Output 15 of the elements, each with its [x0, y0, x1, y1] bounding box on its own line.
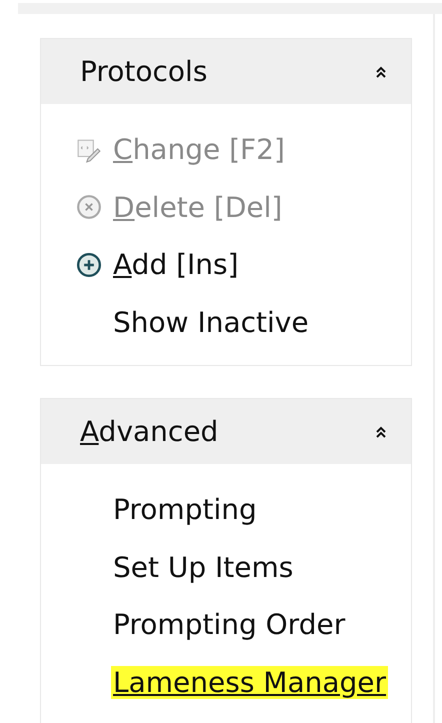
panel-title: Protocols [80, 55, 208, 88]
menu-link[interactable]: Add [Ins] [113, 248, 239, 282]
collapse-icon[interactable] [375, 66, 387, 78]
menu-link[interactable]: Set Up Items [113, 550, 294, 584]
panel-title: Advanced [80, 415, 218, 448]
menu-link[interactable]: Prompting Order [113, 608, 346, 642]
panel-header[interactable]: Advanced [41, 399, 411, 464]
document-pencil-icon [76, 136, 102, 163]
menu-link[interactable]: Show Inactive [113, 306, 309, 339]
menu-link[interactable]: Prompting [113, 493, 257, 526]
menu-link[interactable]: Lameness Manager [111, 666, 388, 699]
collapse-icon[interactable] [375, 426, 387, 438]
panel-header[interactable]: Protocols [41, 39, 411, 104]
circle-plus-icon [76, 252, 102, 278]
circle-x-icon [76, 194, 102, 220]
